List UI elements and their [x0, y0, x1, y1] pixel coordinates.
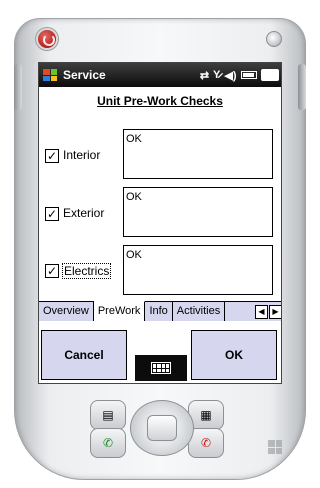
battery-icon[interactable]	[240, 71, 257, 79]
hangup-icon: ✆	[200, 436, 212, 450]
tab-overview[interactable]: Overview	[39, 302, 94, 321]
exterior-label: Exterior	[63, 206, 105, 220]
tab-scroll-arrows: ◀ ▶	[255, 302, 281, 321]
title-bar: Service ⇄ Y̷ ◀) OK	[39, 63, 281, 87]
tab-scroll-left-icon[interactable]: ◀	[255, 304, 268, 319]
start-menu-icon[interactable]	[43, 69, 57, 81]
call-button[interactable]: ✆	[90, 428, 126, 458]
app-title: Service	[63, 68, 106, 82]
tab-activities[interactable]: Activities	[173, 302, 226, 321]
check-row-exterior: ✓ Exterior OK	[39, 187, 281, 239]
exterior-notes-field[interactable]: OK	[123, 187, 273, 237]
check-row-interior: ✓ Interior OK	[39, 129, 281, 181]
dpad[interactable]	[130, 400, 194, 456]
check-row-electrics: ✓ Electrics OK	[39, 245, 281, 297]
phone-icon: ✆	[102, 436, 114, 450]
page-title: Unit Pre-Work Checks	[97, 94, 223, 108]
titlebar-ok-button[interactable]: OK	[260, 69, 279, 81]
power-icon[interactable]	[36, 28, 58, 50]
interior-checkbox[interactable]: ✓	[45, 149, 59, 163]
menu-icon: ▤	[102, 408, 114, 422]
keyboard-icon	[151, 362, 171, 374]
ok-button[interactable]: OK	[191, 330, 277, 380]
device-screen: Service ⇄ Y̷ ◀) OK Unit Pre-Work Checks …	[38, 62, 282, 384]
volume-icon[interactable]: ◀)	[224, 69, 236, 82]
interior-label: Interior	[63, 148, 101, 162]
exterior-checkbox[interactable]: ✓	[45, 207, 59, 221]
electrics-label: Electrics	[62, 263, 112, 279]
camera-lens-icon	[266, 31, 282, 47]
no-signal-icon[interactable]: Y̷	[213, 69, 220, 81]
dpad-center-button[interactable]	[147, 415, 177, 441]
hardware-keys: ▤ ▦ ✆ ✆	[40, 398, 280, 462]
tab-strip: Overview PreWork Info Activities ◀ ▶	[39, 301, 281, 321]
tab-info[interactable]: Info	[145, 302, 173, 321]
left-softkey-hw-button[interactable]: ▤	[90, 400, 126, 430]
softkey-bar: Cancel OK	[39, 325, 281, 383]
side-button-left[interactable]	[14, 64, 22, 110]
tab-scroll-right-icon[interactable]: ▶	[269, 304, 281, 319]
grid-icon: ▦	[200, 408, 212, 422]
interior-notes-field[interactable]: OK	[123, 129, 273, 179]
system-tray: ⇄ Y̷ ◀) OK	[200, 69, 279, 82]
connectivity-icon[interactable]: ⇄	[200, 69, 209, 82]
electrics-notes-field[interactable]: OK	[123, 245, 273, 295]
tab-prework[interactable]: PreWork	[93, 301, 146, 321]
cancel-button[interactable]: Cancel	[41, 330, 127, 380]
side-button-right[interactable]	[298, 64, 306, 110]
electrics-checkbox[interactable]: ✓	[45, 264, 59, 278]
keyboard-toggle[interactable]	[135, 355, 187, 381]
windows-logo-icon	[268, 440, 282, 454]
